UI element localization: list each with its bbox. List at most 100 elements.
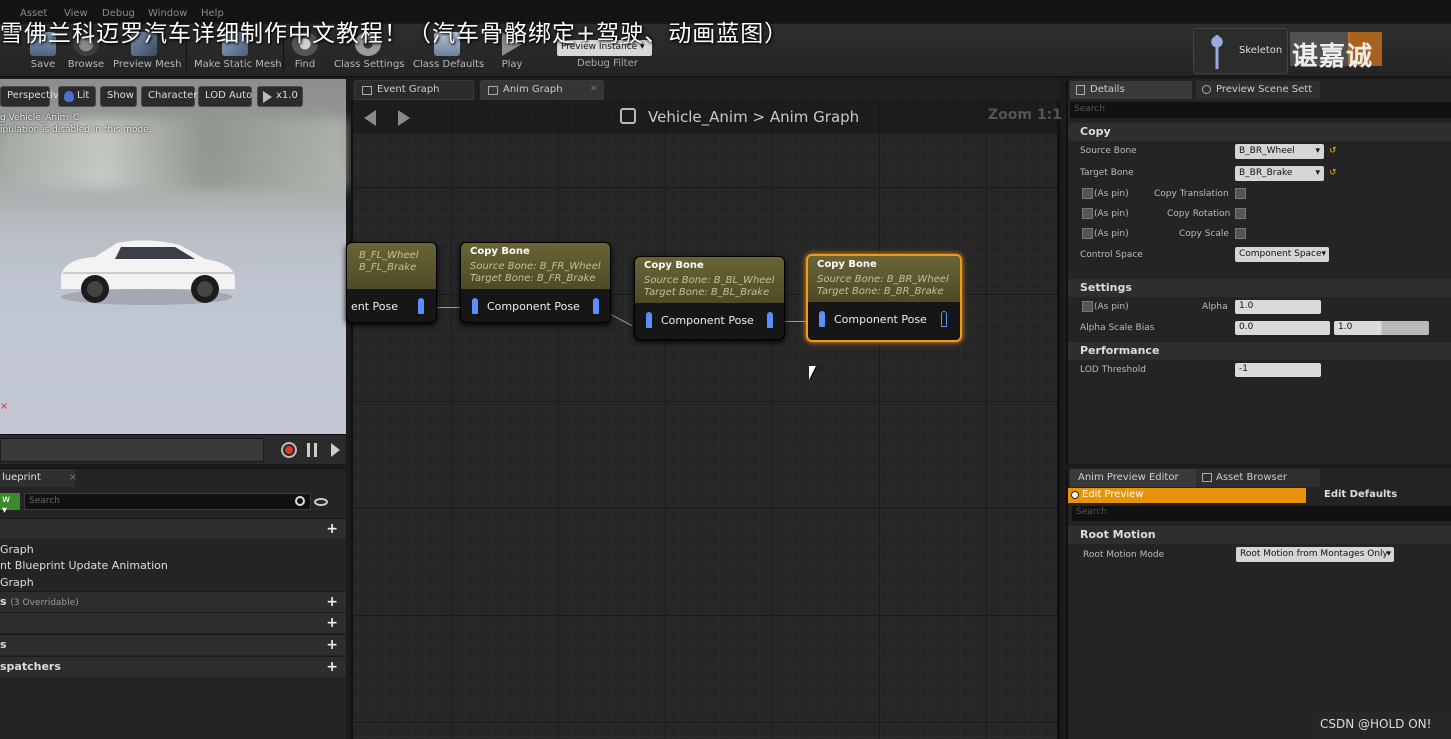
add-icon[interactable]: + <box>326 594 338 610</box>
source-bone-dropdown[interactable]: B_BR_Wheel ▾ <box>1235 144 1324 159</box>
graph-icon <box>362 86 372 95</box>
control-space-label: Control Space <box>1080 250 1143 260</box>
macros-header[interactable]: + <box>0 612 346 633</box>
alpha-scale-bias-max-input[interactable]: 1.0 <box>1334 321 1429 335</box>
settings-section-header[interactable]: Settings <box>1068 279 1451 297</box>
copy-section-header[interactable]: Copy <box>1068 123 1451 141</box>
character-button[interactable]: Character <box>141 86 197 107</box>
breadcrumb: Vehicle_Anim > Anim Graph <box>620 108 859 126</box>
copy-translation-checkbox[interactable] <box>1235 188 1246 199</box>
copy-bone-node[interactable]: Copy Bone Source Bone: B_FR_Wheel Target B… <box>460 242 611 323</box>
chevron-down-icon: ▾ <box>1315 168 1320 178</box>
pose-pin-icon[interactable] <box>819 311 825 327</box>
record-button[interactable] <box>281 442 297 458</box>
copy-rotation-as-pin-checkbox[interactable] <box>1082 208 1093 219</box>
alpha-input[interactable]: 1.0 <box>1235 300 1321 314</box>
chevron-down-icon: ▾ <box>1386 549 1391 559</box>
root-motion-section-header[interactable]: Root Motion <box>1068 526 1451 544</box>
asset-browser-icon <box>1202 473 1212 482</box>
debug-filter-label: Debug Filter <box>577 58 638 69</box>
copy-bone-node[interactable]: B_FL_Wheel B_FL_Brake ent Pose <box>346 242 437 323</box>
lod-auto-button[interactable]: LOD Auto <box>198 86 252 107</box>
tab-preview-scene-settings[interactable]: Preview Scene Sett <box>1196 81 1320 99</box>
copy-translation-label: Copy Translation <box>1154 189 1229 199</box>
pause-button[interactable] <box>307 443 317 457</box>
alpha-scale-bias-label: Alpha Scale Bias <box>1080 323 1155 333</box>
tab-anim-graph[interactable]: Anim Graph × <box>480 80 604 100</box>
tab-anim-preview-editor[interactable]: Anim Preview Editor <box>1070 469 1196 487</box>
add-icon[interactable]: + <box>326 521 338 537</box>
channel-watermark: 谌嘉诚 <box>1290 30 1451 78</box>
csdn-watermark: CSDN @HOLD ON! <box>1312 712 1451 739</box>
tab-details[interactable]: Details <box>1070 81 1192 99</box>
copy-scale-label: Copy Scale <box>1179 229 1229 239</box>
details-icon <box>1076 85 1085 95</box>
copy-bone-node[interactable]: Copy Bone Source Bone: B_BL_Wheel Target B… <box>634 256 785 340</box>
event-dispatchers-header[interactable]: spatchers + <box>0 656 346 677</box>
add-icon[interactable]: + <box>326 637 338 653</box>
copy-rotation-label: Copy Rotation <box>1167 209 1231 219</box>
pose-pin-icon[interactable] <box>418 298 424 314</box>
add-icon[interactable]: + <box>326 659 338 675</box>
search-input[interactable]: Search <box>24 493 311 510</box>
play-forward-button[interactable] <box>331 443 340 457</box>
pose-pin-icon[interactable] <box>646 312 652 328</box>
perspective-button[interactable]: Perspective <box>0 86 65 107</box>
reset-arrow-icon[interactable]: ↺ <box>1329 146 1337 156</box>
pose-wire <box>436 307 460 308</box>
details-search-input[interactable]: Search <box>1070 102 1451 118</box>
copy-rotation-checkbox[interactable] <box>1235 208 1246 219</box>
chevron-down-icon: ▾ <box>1321 249 1326 259</box>
variables-header[interactable]: s + <box>0 634 346 655</box>
pose-pin-icon[interactable] <box>941 311 947 327</box>
lit-button[interactable]: Lit <box>58 86 96 107</box>
settings-icon <box>1202 85 1211 94</box>
add-icon[interactable]: + <box>326 615 338 631</box>
back-arrow-icon[interactable] <box>364 110 376 126</box>
close-icon[interactable]: × <box>590 83 598 94</box>
edit-preview-button[interactable]: Edit Preview <box>1068 488 1306 503</box>
pose-pin-icon[interactable] <box>767 312 773 328</box>
control-space-dropdown[interactable]: Component Space ▾ <box>1235 247 1329 262</box>
viewport-playback-bar <box>0 434 346 464</box>
lit-icon <box>64 91 74 102</box>
tab-event-graph[interactable]: Event Graph <box>354 80 474 100</box>
copy-scale-checkbox[interactable] <box>1235 228 1246 239</box>
copy-translation-as-pin-checkbox[interactable] <box>1082 188 1093 199</box>
graphs-header[interactable]: + <box>0 518 346 539</box>
show-button[interactable]: Show <box>100 86 137 107</box>
play-icon <box>263 91 272 103</box>
copy-bone-node-selected[interactable]: Copy Bone Source Bone: B_BR_Wheel Target B… <box>806 254 962 342</box>
root-motion-mode-dropdown[interactable]: Root Motion from Montages Only ▾ <box>1236 547 1394 562</box>
source-bone-label: Source Bone <box>1080 146 1137 156</box>
reset-arrow-icon[interactable]: ↺ <box>1329 168 1337 178</box>
pose-pin-icon[interactable] <box>472 298 478 314</box>
anim-preview-search-input[interactable]: Search <box>1072 506 1451 521</box>
lod-threshold-input[interactable]: -1 <box>1235 363 1321 377</box>
performance-section-header[interactable]: Performance <box>1068 342 1451 360</box>
pose-pin-icon[interactable] <box>593 298 599 314</box>
breadcrumb-root[interactable]: Vehicle_Anim <box>648 108 748 126</box>
anim-graph-canvas[interactable] <box>351 100 1060 739</box>
chevron-down-icon: ▾ <box>1315 146 1320 156</box>
eye-icon[interactable] <box>314 498 328 506</box>
add-new-button[interactable]: w ▾ <box>0 493 20 516</box>
functions-header[interactable]: s (3 Overridable) + <box>0 591 346 612</box>
search-icon <box>295 496 305 506</box>
edit-defaults-button[interactable]: Edit Defaults <box>1310 488 1451 503</box>
tab-asset-browser[interactable]: Asset Browser <box>1196 469 1320 487</box>
radio-icon <box>1071 491 1079 499</box>
playback-speed-button[interactable]: x1.0 <box>257 86 303 107</box>
forward-arrow-icon[interactable] <box>398 110 410 126</box>
preview-viewport[interactable]: × <box>0 79 346 464</box>
alpha-scale-bias-min-input[interactable]: 0.0 <box>1235 321 1330 335</box>
target-bone-dropdown[interactable]: B_BR_Brake ▾ <box>1235 166 1324 181</box>
close-icon[interactable]: × <box>69 472 77 483</box>
target-bone-label: Target Bone <box>1080 168 1134 178</box>
copy-scale-as-pin-checkbox[interactable] <box>1082 228 1093 239</box>
timeline-scrubber[interactable] <box>0 438 264 462</box>
viewport-info-text: g Vehicle_Anim_C ipulation is disabled i… <box>0 113 152 135</box>
tab-my-blueprint[interactable]: lueprint × <box>0 469 77 487</box>
graph-icon <box>488 86 498 95</box>
alpha-as-pin-checkbox[interactable] <box>1082 301 1093 312</box>
